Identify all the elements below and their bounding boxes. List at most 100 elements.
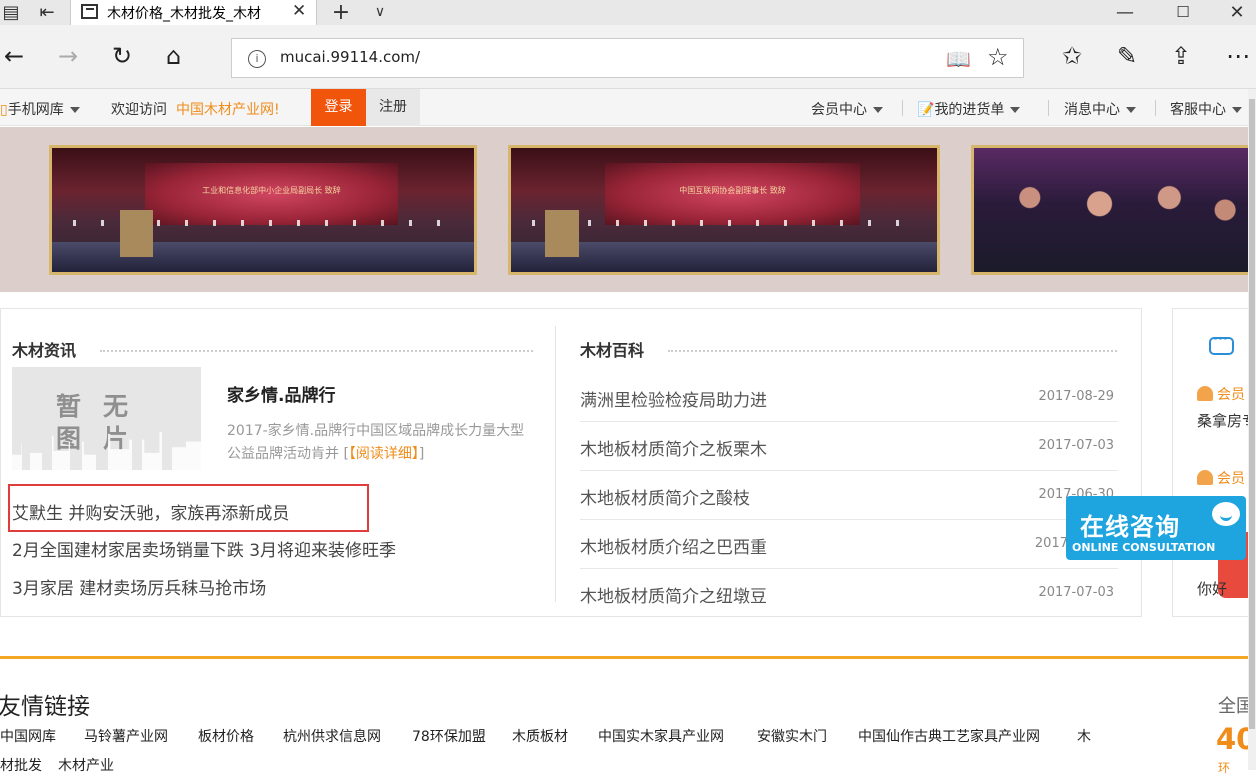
user-icon xyxy=(1197,386,1213,401)
wiki-list-item[interactable]: 木地板材质介绍之巴西重 2017 xyxy=(580,520,1118,569)
wiki-item-title: 木地板材质简介之纽墩豆 xyxy=(580,587,767,607)
home-icon[interactable]: ⌂ xyxy=(166,41,181,71)
address-toolbar: ← → ↻ ⌂ i mucai.99114.com/ 📖 ☆ ✩ ✎ ⇪ ⋯ xyxy=(0,25,1256,89)
wiki-item-date: 2017-07-03 xyxy=(1038,585,1114,600)
member-tag: 会员 xyxy=(1197,468,1245,488)
member-center-label: 会员中心 xyxy=(811,102,867,118)
wiki-item-date: 2017-07-03 xyxy=(1038,438,1114,453)
favorites-hub-icon[interactable]: ✩ xyxy=(1062,41,1082,71)
login-button[interactable]: 登录 xyxy=(311,89,366,126)
share-icon[interactable]: ⇪ xyxy=(1171,41,1191,71)
friend-link[interactable]: 78环保加盟 xyxy=(412,726,486,746)
member-label: 会员 xyxy=(1217,471,1245,487)
friend-link[interactable]: 木 xyxy=(1077,726,1091,746)
friend-link[interactable]: 木材产业 xyxy=(58,755,114,775)
tab-list-icon[interactable]: ▤ xyxy=(0,0,22,25)
refresh-icon[interactable]: ↻ xyxy=(112,41,132,71)
friend-link[interactable]: 材批发 xyxy=(0,755,42,775)
chevron-down-icon[interactable]: ∨ xyxy=(368,0,392,25)
scrollbar-thumb[interactable] xyxy=(1249,99,1255,729)
member-message[interactable]: 你好 xyxy=(1197,578,1227,599)
banner-photo-2[interactable]: 中国互联网协会副理事长 致辞 xyxy=(508,145,940,275)
my-orders-label: 我的进货单 xyxy=(934,102,1005,118)
edit-icon: 📝 xyxy=(917,102,935,118)
service-menu[interactable]: 客服中心 xyxy=(1170,99,1242,119)
user-icon xyxy=(1197,470,1213,485)
wiki-item-title: 木地板材质介绍之巴西重 xyxy=(580,538,767,558)
friend-links-title: 友情链接 xyxy=(0,694,90,720)
consult-sublabel: ONLINE CONSULTATION xyxy=(1072,541,1216,554)
member-label: 会员 xyxy=(1217,387,1245,403)
column-divider xyxy=(555,326,556,602)
new-tab-icon[interactable]: + xyxy=(328,0,354,25)
page-icon xyxy=(81,4,98,19)
close-tab-icon[interactable]: ✕ xyxy=(292,1,306,21)
friend-link[interactable]: 中国实木家具产业网 xyxy=(598,726,724,746)
maximize-icon[interactable]: ☐ xyxy=(1170,0,1196,25)
site-name-link[interactable]: 中国木材产业网! xyxy=(176,99,280,119)
chat-icon xyxy=(1209,499,1243,529)
back-arrow-icon[interactable]: ← xyxy=(4,41,24,71)
wiki-list-item[interactable]: 木地板材质简介之板栗木 2017-07-03 xyxy=(580,422,1118,471)
chat-bubble-icon[interactable] xyxy=(1209,332,1234,355)
dotted-divider xyxy=(100,350,533,353)
info-icon[interactable]: i xyxy=(248,50,266,68)
wiki-item-date: 2017 xyxy=(1034,536,1068,551)
member-center-menu[interactable]: 会员中心 xyxy=(811,99,883,119)
section-divider xyxy=(0,656,1248,659)
stats-sublabel: 环 xyxy=(1218,761,1231,775)
wiki-list-item[interactable]: 满洲里检验检疫局助力进 2017-08-29 xyxy=(580,373,1118,422)
news-item[interactable]: 艾默生 并购安沃驰，家族再添新成员 xyxy=(12,499,289,524)
pen-icon[interactable]: ✎ xyxy=(1117,41,1137,71)
friend-link[interactable]: 中国网库 xyxy=(0,726,56,746)
news-item[interactable]: 3月家居 建材卖场厉兵秣马抢市场 xyxy=(12,574,266,599)
more-icon[interactable]: ⋯ xyxy=(1226,41,1250,71)
my-orders-menu[interactable]: 📝我的进货单 xyxy=(917,99,1021,119)
wiki-item-title: 满洲里检验检疫局助力进 xyxy=(580,391,767,411)
friend-link[interactable]: 安徽实木门 xyxy=(757,726,827,746)
register-button[interactable]: 注册 xyxy=(366,89,420,126)
noimage-line-1: 暂无 xyxy=(56,392,151,421)
service-label: 客服中心 xyxy=(1170,102,1226,118)
favorite-star-icon[interactable]: ☆ xyxy=(987,43,1009,71)
banner-carousel: 工业和信息化部中小企业局副局长 致辞 中国互联网协会副理事长 致辞 xyxy=(0,127,1256,292)
wiki-item-title: 木地板材质简介之板栗木 xyxy=(580,440,767,460)
online-consultation-button[interactable]: 在线咨询 ONLINE CONSULTATION xyxy=(1066,496,1246,560)
member-tag: 会员 xyxy=(1197,384,1245,404)
banner-photo-1[interactable]: 工业和信息化部中小企业局副局长 致辞 xyxy=(49,145,477,275)
forward-arrow-icon[interactable]: → xyxy=(58,41,78,71)
reading-view-icon[interactable]: 📖 xyxy=(946,47,971,71)
read-more-link[interactable]: 【阅读详细】 xyxy=(349,446,419,462)
banner-photo-3[interactable] xyxy=(971,145,1256,275)
news-section-title: 木材资讯 xyxy=(12,341,77,360)
page-scrollbar[interactable] xyxy=(1248,89,1256,770)
messages-menu[interactable]: 消息中心 xyxy=(1064,99,1136,119)
wiki-item-title: 木地板材质简介之酸枝 xyxy=(580,489,750,509)
wiki-list-item[interactable]: 木地板材质简介之纽墩豆 2017-07-03 xyxy=(580,569,1118,618)
wiki-list-item[interactable]: 木地板材质简介之酸枝 2017-06-30 xyxy=(580,471,1118,520)
news-item[interactable]: 2月全国建材家居卖场销量下跌 3月将迎来装修旺季 xyxy=(12,536,396,561)
friend-link[interactable]: 马铃薯产业网 xyxy=(84,726,168,746)
featured-desc-end: ] xyxy=(418,446,425,462)
set-aside-tabs-icon[interactable]: ⇤ xyxy=(34,0,60,25)
mobile-library-link[interactable]: ▯手机网库 xyxy=(0,99,80,119)
browser-tab[interactable]: 木材价格_木材批发_木材 ✕ xyxy=(70,0,317,25)
friend-link[interactable]: 板材价格 xyxy=(198,726,254,746)
messages-label: 消息中心 xyxy=(1064,102,1120,118)
friend-link[interactable]: 中国仙作古典工艺家具产业网 xyxy=(858,726,1040,746)
tab-title: 木材价格_木材批发_木材 xyxy=(107,6,261,22)
no-image-placeholder[interactable]: 暂无 图片 xyxy=(12,367,201,470)
friend-link[interactable]: 木质板材 xyxy=(512,726,568,746)
minimize-icon[interactable]: — xyxy=(1112,0,1138,25)
url-field[interactable]: i mucai.99114.com/ 📖 ☆ xyxy=(231,38,1024,78)
browser-tabbar: ▤ ⇤ 木材价格_木材批发_木材 ✕ + ∨ — ☐ ✕ xyxy=(0,0,1256,25)
featured-title[interactable]: 家乡情.品牌行 xyxy=(227,381,335,406)
close-window-icon[interactable]: ✕ xyxy=(1224,0,1250,25)
banner-caption-2: 中国互联网协会副理事长 致辞 xyxy=(679,185,786,195)
wiki-item-date: 2017-08-29 xyxy=(1038,389,1114,404)
site-topbar: ▯手机网库 欢迎访问 中国木材产业网! 登录 注册 会员中心 📝我的进货单 消息… xyxy=(0,89,1256,126)
url-text: mucai.99114.com/ xyxy=(280,48,421,66)
friend-link[interactable]: 杭州供求信息网 xyxy=(283,726,381,746)
featured-description: 2017-家乡情.品牌行中国区域品牌成长力量大型公益品牌活动肯并 [【阅读详细】… xyxy=(227,420,532,466)
wiki-section-title: 木材百科 xyxy=(580,341,645,360)
